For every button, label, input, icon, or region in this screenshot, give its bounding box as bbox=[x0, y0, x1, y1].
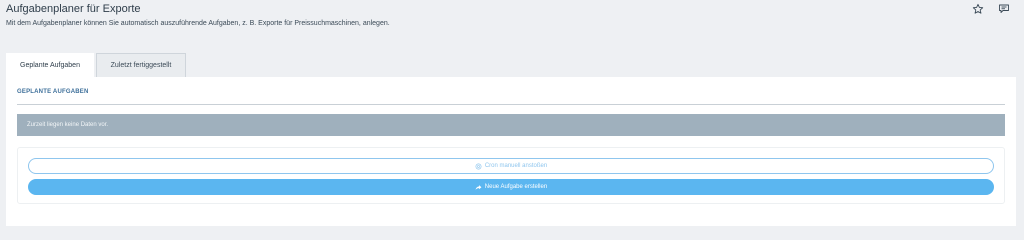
page-title: Aufgabenplaner für Exporte bbox=[6, 3, 141, 15]
tasks-panel: GEPLANTE AUFGABEN Zurzeit liegen keine D… bbox=[6, 77, 1016, 226]
chat-icon[interactable] bbox=[998, 3, 1010, 15]
page-description: Mit dem Aufgabenplaner können Sie automa… bbox=[6, 20, 390, 27]
cron-manual-label: Cron manuell anstoßen bbox=[484, 163, 548, 169]
new-task-button[interactable]: Neue Aufgabe erstellen bbox=[28, 179, 994, 195]
action-container: Cron manuell anstoßen Neue Aufgabe erste… bbox=[17, 147, 1005, 204]
tab-zuletzt-fertiggestellt[interactable]: Zuletzt fertiggestellt bbox=[96, 53, 186, 77]
share-arrow-icon bbox=[475, 184, 482, 190]
empty-state-message: Zurzeit liegen keine Daten vor. bbox=[17, 114, 1005, 136]
tab-geplante-aufgaben[interactable]: Geplante Aufgaben bbox=[6, 53, 94, 77]
header-actions bbox=[972, 3, 1010, 15]
cron-manual-button[interactable]: Cron manuell anstoßen bbox=[28, 158, 994, 174]
section-title: GEPLANTE AUFGABEN bbox=[17, 89, 89, 95]
new-task-label: Neue Aufgabe erstellen bbox=[484, 184, 548, 190]
section-divider bbox=[17, 104, 1005, 105]
gear-icon bbox=[475, 163, 482, 169]
tab-bar: Geplante Aufgaben Zuletzt fertiggestellt bbox=[6, 53, 186, 77]
star-icon[interactable] bbox=[972, 3, 984, 15]
